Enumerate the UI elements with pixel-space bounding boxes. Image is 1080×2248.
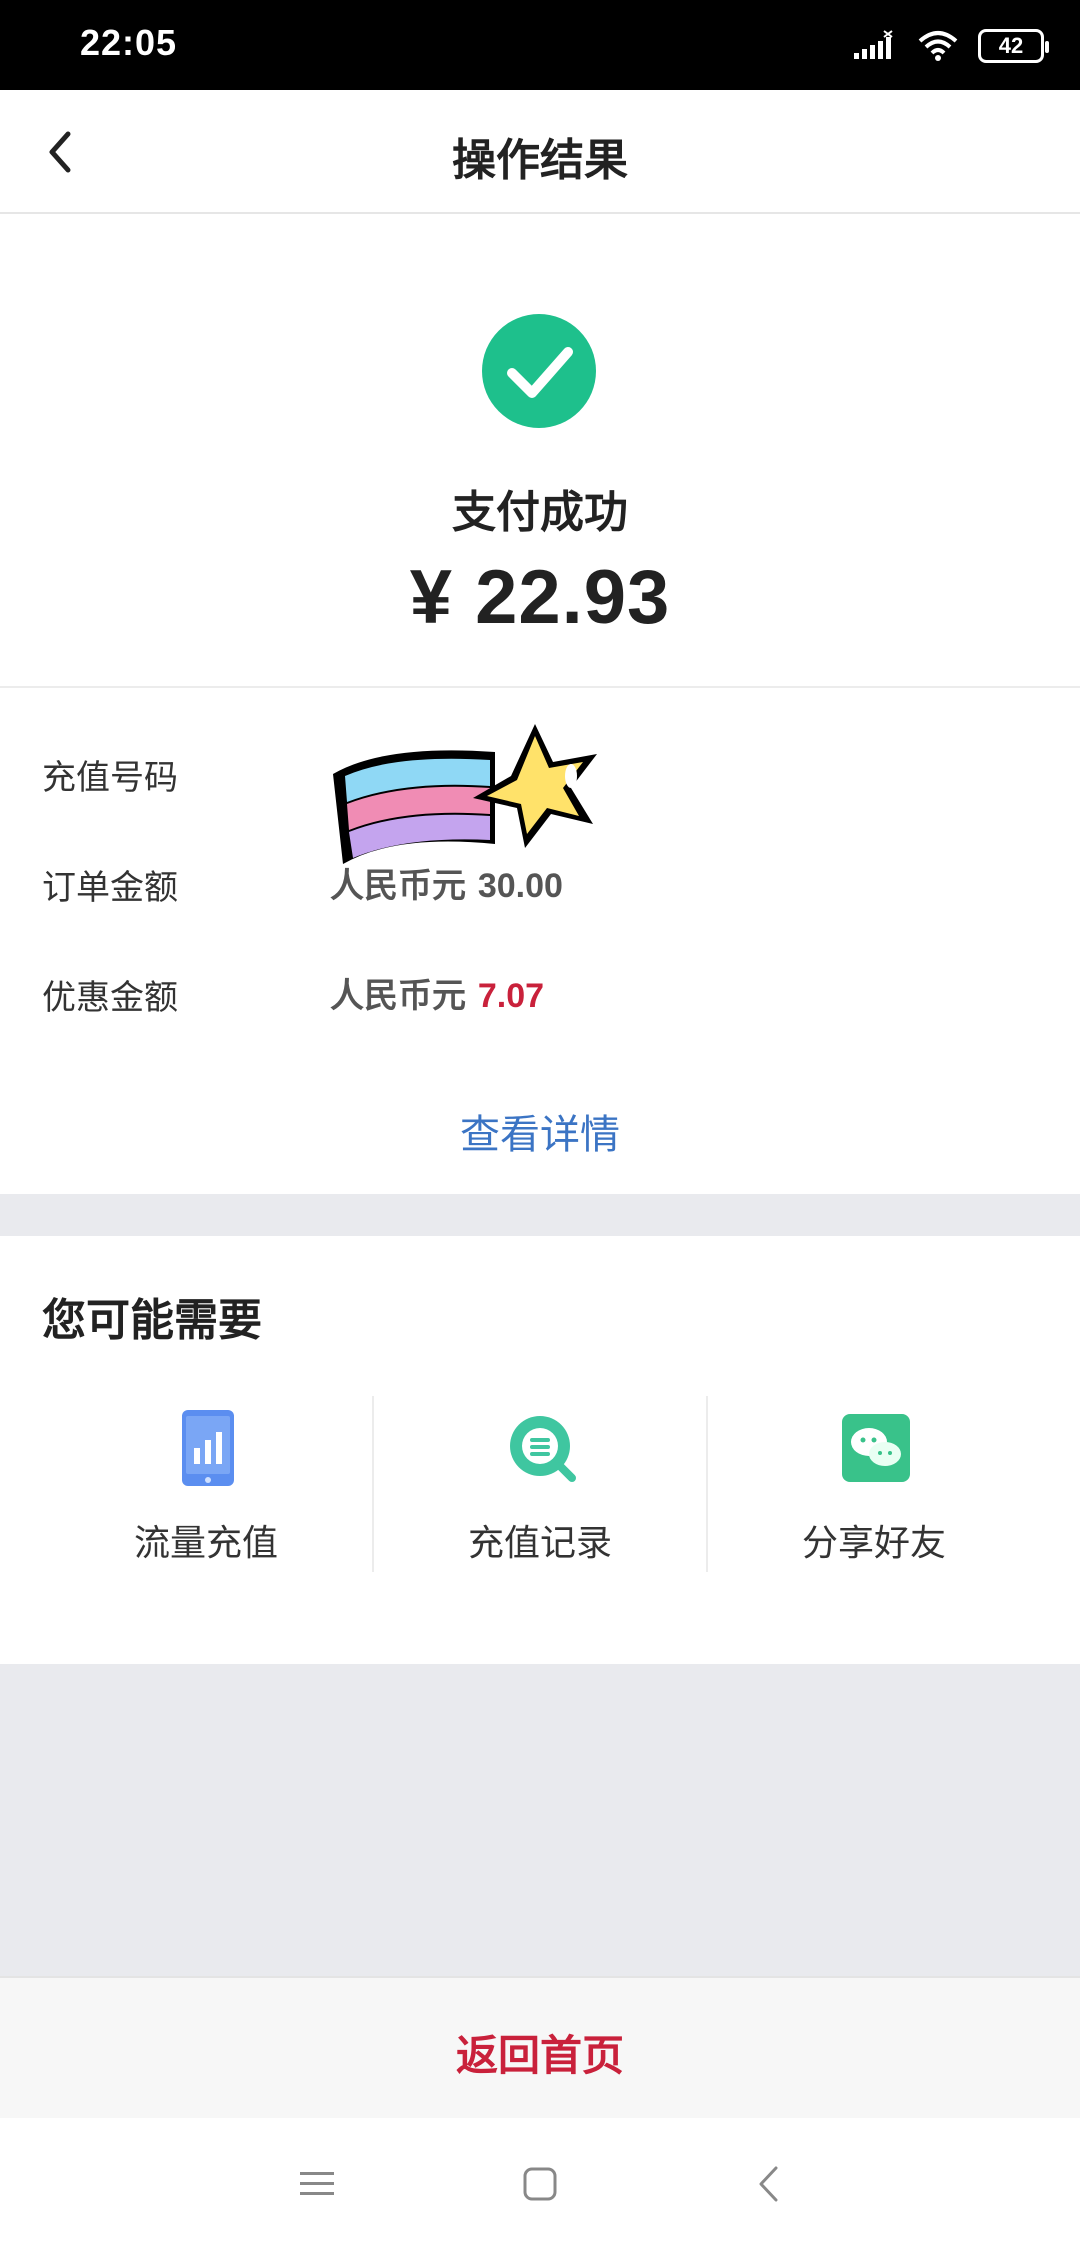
home-nav-button[interactable] (512, 2156, 568, 2212)
wechat-icon (842, 1414, 910, 1482)
suggestions-title: 您可能需要 (42, 1295, 262, 1346)
battery-icon: 42 (978, 29, 1049, 63)
back-nav-button[interactable] (740, 2156, 796, 2212)
service-recharge-record[interactable]: 充值记录 (374, 1394, 706, 1578)
menu-icon (300, 2172, 334, 2195)
phone-data-icon (182, 1410, 234, 1486)
success-check-icon (482, 314, 596, 428)
service-data-recharge[interactable]: 流量充值 (40, 1394, 372, 1578)
service-data-recharge-label: 流量充值 (133, 1523, 278, 1564)
suggestions-card: 您可能需要 流量充值 充值记录 分享好友 (0, 1236, 1080, 1664)
status-time: 22:05 (80, 22, 178, 63)
record-search-icon (510, 1416, 576, 1482)
view-details-link[interactable]: 查看详情 (0, 1102, 1080, 1160)
page-title: 操作结果 (452, 135, 628, 186)
order-amount-currency: 人民币元 (330, 866, 466, 906)
status-icons: 42 (852, 26, 1049, 66)
system-nav-bar (0, 2118, 1080, 2248)
result-card: 支付成功 ¥ 22.93 (0, 214, 1080, 688)
return-home-button[interactable]: 返回首页 (0, 2022, 1080, 2083)
navbar: 操作结果 (0, 90, 1080, 214)
wifi-icon (918, 31, 958, 61)
status-bar: 22:05 42 (0, 0, 1080, 90)
home-square-icon (523, 2167, 557, 2201)
discount-value: 人民币元 7.07 (330, 968, 544, 1017)
discount-currency: 人民币元 (330, 976, 466, 1016)
service-share-friends[interactable]: 分享好友 (708, 1394, 1040, 1578)
details-card: 充值号码 订单金额 人民币元 30.00 优惠金额 人民币元 7.07 查看详情 (0, 688, 1080, 1194)
order-amount-value: 人民币元 30.00 (330, 858, 563, 907)
paid-amount: ¥ 22.93 (409, 555, 671, 640)
bottom-action-bar: 返回首页 (0, 1976, 1080, 2118)
discount-number: 7.07 (477, 977, 545, 1015)
order-amount-row: 订单金额 人民币元 30.00 (0, 852, 1080, 912)
discount-label: 优惠金额 (42, 978, 178, 1018)
menu-nav-button[interactable] (289, 2156, 345, 2212)
order-amount-number: 30.00 (477, 867, 563, 905)
order-amount-label: 订单金额 (42, 868, 178, 908)
battery-level: 42 (998, 33, 1024, 58)
back-chevron-icon (759, 2166, 778, 2202)
result-title: 支付成功 (452, 487, 628, 538)
discount-row: 优惠金额 人民币元 7.07 (0, 962, 1080, 1022)
service-recharge-record-label: 充值记录 (467, 1523, 612, 1564)
signal-icon (854, 30, 893, 59)
recharge-number-row: 充值号码 (0, 724, 1080, 864)
service-share-friends-label: 分享好友 (801, 1523, 946, 1564)
recharge-number-label: 充值号码 (42, 758, 178, 798)
